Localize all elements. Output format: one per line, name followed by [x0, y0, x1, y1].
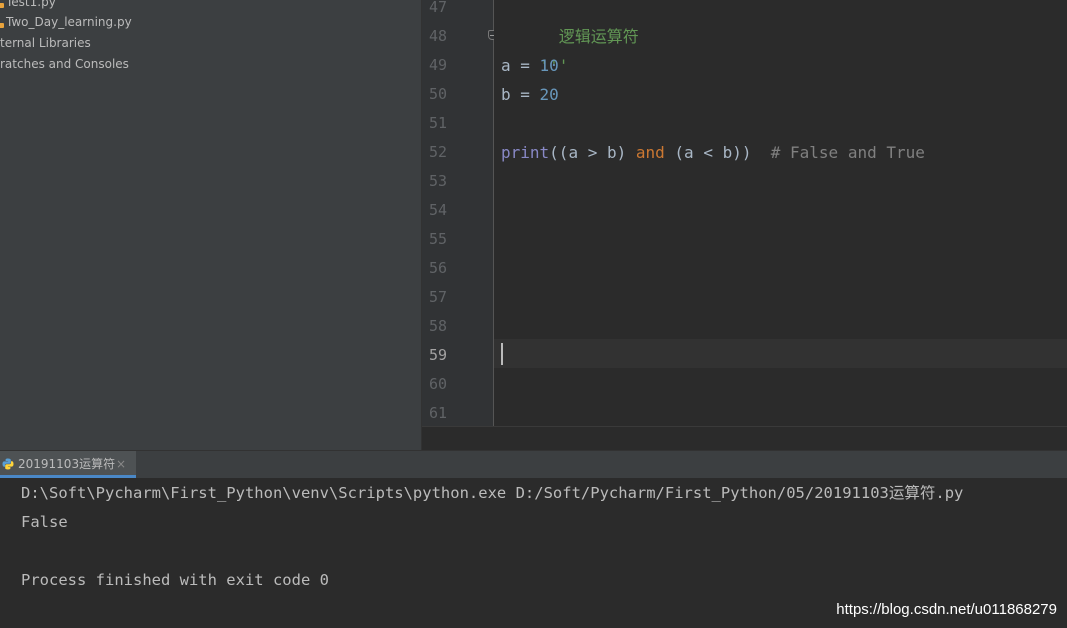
line-number: 55: [428, 230, 447, 248]
assign-operator: =: [510, 85, 540, 104]
expression-left: ((a > b): [549, 143, 636, 162]
python-icon: [2, 458, 14, 470]
expression-right: (a < b)): [664, 143, 771, 162]
close-icon[interactable]: ×: [116, 451, 126, 477]
assign-operator: =: [510, 56, 540, 75]
editor-bottom-strip: [422, 426, 1067, 451]
variable-b: b: [501, 85, 511, 104]
project-tree-panel: Test1.py Two_Day_learning.py ternal Libr…: [0, 0, 422, 450]
builtin-print: print: [501, 143, 550, 162]
tree-item-label: Test1.py: [6, 0, 56, 9]
python-file-icon: [0, 3, 4, 8]
tree-item-label: Two_Day_learning.py: [6, 15, 132, 29]
variable-a: a: [501, 56, 511, 75]
line-number: 57: [428, 288, 447, 306]
editor-gutter[interactable]: 47 48 49 50 51 52 53 54 55 56 57 58 59 6…: [422, 0, 494, 426]
console-exit-line: Process finished with exit code 0: [21, 571, 329, 589]
code-editor[interactable]: 逻辑运算符 ''' a = 10 b = 20 print((a > b) an…: [494, 0, 1067, 426]
line-number: 54: [428, 201, 447, 219]
console-output-line: False: [21, 513, 68, 531]
code-line-47: 逻辑运算符: [501, 0, 639, 46]
line-number: 60: [428, 375, 447, 393]
code-line-50: b = 20: [501, 80, 559, 109]
line-number: 48: [428, 27, 447, 45]
code-line-48: ''': [501, 22, 569, 75]
line-number: 50: [428, 85, 447, 103]
code-comment: # False and True: [770, 143, 925, 162]
line-number: 53: [428, 172, 447, 190]
run-panel-header: 20191103运算符 ×: [0, 450, 1067, 478]
number-literal: 10: [539, 56, 559, 75]
text-caret: [501, 343, 503, 365]
python-file-icon: [0, 23, 4, 28]
code-line-52: print((a > b) and (a < b)) # False and T…: [501, 138, 925, 167]
line-number: 61: [428, 404, 447, 422]
run-tab-label: 20191103运算符: [18, 457, 116, 471]
line-number: 52: [428, 143, 447, 161]
tree-item-label: ratches and Consoles: [0, 57, 129, 71]
current-line-highlight: [494, 339, 1067, 368]
number-literal: 20: [539, 85, 559, 104]
tree-item-scratches-consoles[interactable]: ratches and Consoles: [0, 54, 129, 75]
line-number-current: 59: [428, 346, 447, 364]
line-number: 58: [428, 317, 447, 335]
tree-item-label: ternal Libraries: [0, 36, 91, 50]
tree-item-external-libraries[interactable]: ternal Libraries: [0, 33, 91, 54]
console-command-line: D:\Soft\Pycharm\First_Python\venv\Script…: [21, 484, 964, 502]
watermark-url: https://blog.csdn.net/u011868279: [836, 601, 1057, 618]
run-tab[interactable]: 20191103运算符 ×: [0, 451, 136, 478]
code-line-49: a = 10: [501, 51, 559, 80]
line-number: 56: [428, 259, 447, 277]
tree-item-two-day-learning[interactable]: Two_Day_learning.py: [0, 12, 132, 33]
line-number: 51: [428, 114, 447, 132]
line-number: 49: [428, 56, 447, 74]
keyword-and: and: [635, 143, 665, 162]
line-number: 47: [428, 0, 447, 16]
